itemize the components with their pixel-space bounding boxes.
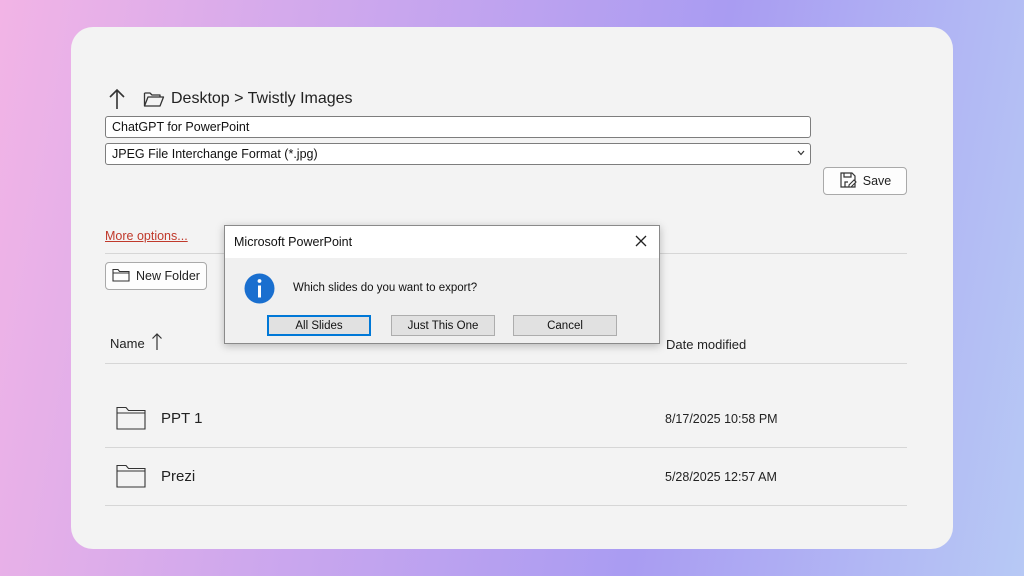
divider [105, 363, 907, 364]
save-icon [839, 171, 857, 192]
folder-icon [116, 406, 146, 430]
file-type-select[interactable]: JPEG File Interchange Format (*.jpg) [105, 143, 811, 165]
divider [105, 447, 907, 448]
file-name-input[interactable]: ChatGPT for PowerPoint [105, 116, 811, 138]
message-box-title: Microsoft PowerPoint [234, 235, 353, 249]
save-button[interactable]: Save [823, 167, 907, 195]
new-folder-button[interactable]: New Folder [105, 262, 207, 290]
info-icon [244, 273, 275, 304]
file-type-value: JPEG File Interchange Format (*.jpg) [112, 147, 318, 161]
row-date: 5/28/2025 12:57 AM [665, 470, 777, 484]
row-name: PPT 1 [161, 410, 203, 427]
column-header-name[interactable]: Name [110, 333, 163, 354]
all-slides-button[interactable]: All Slides [267, 315, 371, 336]
table-row[interactable]: PPT 1 8/17/2025 10:58 PM [105, 399, 907, 439]
close-icon[interactable] [632, 232, 650, 250]
new-folder-label: New Folder [136, 269, 200, 283]
up-arrow-icon[interactable] [107, 87, 127, 111]
cancel-button[interactable]: Cancel [513, 315, 617, 336]
message-text: Which slides do you want to export? [293, 282, 478, 294]
file-name-value: ChatGPT for PowerPoint [112, 120, 250, 134]
just-this-one-button[interactable]: Just This One [391, 315, 495, 336]
message-box-titlebar[interactable]: Microsoft PowerPoint [225, 226, 659, 258]
column-header-date-modified[interactable]: Date modified [666, 337, 746, 352]
navigation-bar: Desktop > Twistly Images [107, 87, 353, 111]
table-row[interactable]: Prezi 5/28/2025 12:57 AM [105, 457, 907, 497]
folder-open-icon [143, 90, 165, 108]
chevron-down-icon [797, 148, 805, 159]
breadcrumb[interactable]: Desktop > Twistly Images [171, 90, 353, 108]
more-options-link[interactable]: More options... [105, 229, 188, 243]
divider [105, 505, 907, 506]
save-label: Save [862, 174, 892, 188]
message-box: Microsoft PowerPoint Which slides do you… [224, 225, 660, 344]
new-folder-icon [112, 268, 130, 285]
column-name-label: Name [110, 336, 145, 351]
row-date: 8/17/2025 10:58 PM [665, 412, 778, 426]
sort-arrow-icon [151, 333, 163, 354]
folder-icon [116, 464, 146, 488]
row-name: Prezi [161, 468, 196, 485]
